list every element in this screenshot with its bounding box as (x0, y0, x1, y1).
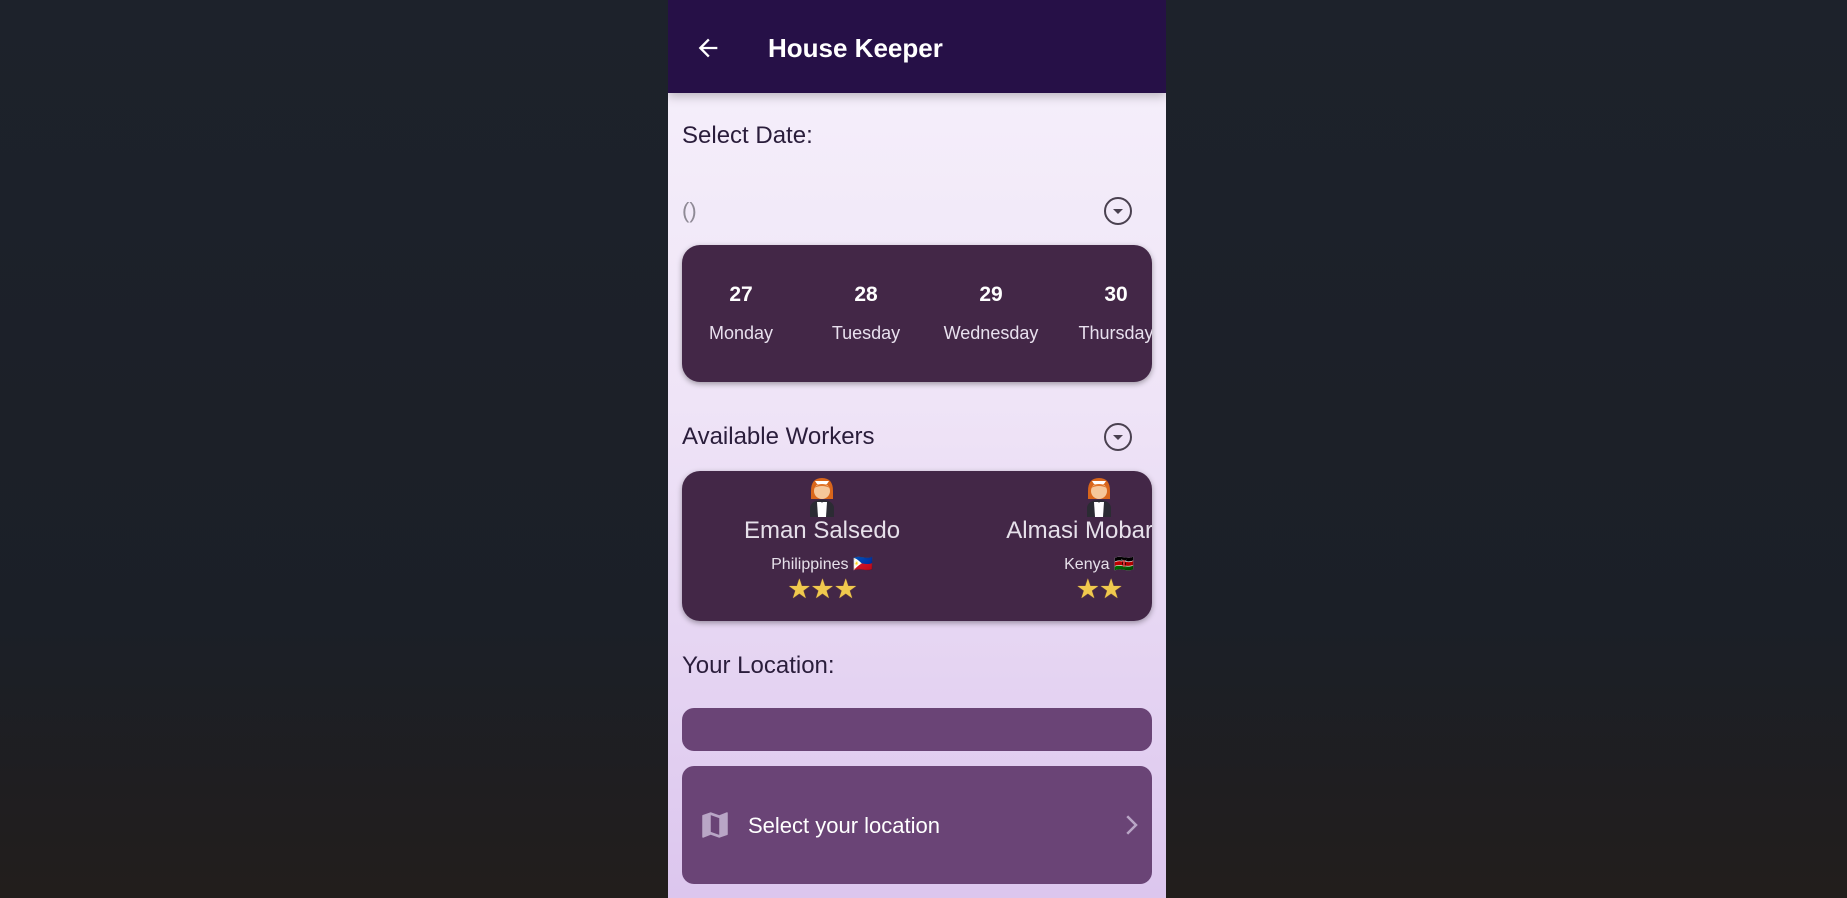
chevron-right-icon (1126, 815, 1138, 835)
circle-chevron-down-icon[interactable] (1103, 422, 1133, 452)
worker-name: Almasi Mobaraka (1006, 517, 1152, 544)
date-weekday: Thursday (1078, 323, 1152, 343)
worker-name: Eman Salsedo (743, 517, 901, 544)
location-input[interactable] (682, 708, 1152, 751)
map-icon (702, 812, 728, 838)
workers-list[interactable]: Eman Salsedo Philippines 🇵🇭 ★★★ Almasi M… (682, 471, 1152, 621)
worker-country: Kenya 🇰🇪 (1064, 556, 1134, 573)
select-location-label: Select your location (748, 813, 940, 838)
housekeeper-avatar-icon (1087, 478, 1111, 517)
date-weekday: Tuesday (831, 323, 901, 343)
select-location-button[interactable]: Select your location (682, 766, 1152, 884)
phone-screen: House Keeper Select Date: () 27 Monday 2… (668, 0, 1166, 898)
date-day-number: 27 (729, 283, 753, 306)
app-bar: House Keeper (668, 0, 1166, 93)
housekeeper-avatar-icon (810, 478, 834, 517)
date-day-number: 29 (979, 283, 1003, 306)
back-button[interactable] (690, 30, 726, 66)
date-weekday: Wednesday (943, 323, 1039, 343)
selected-date-value: () (682, 198, 697, 223)
select-date-label: Select Date: (682, 122, 813, 149)
date-day-number: 30 (1104, 283, 1128, 306)
worker-country: Philippines 🇵🇭 (771, 556, 873, 573)
available-workers-label: Available Workers (682, 423, 875, 450)
circle-chevron-down-icon[interactable] (1103, 196, 1133, 226)
arrow-left-icon (698, 38, 718, 58)
your-location-label: Your Location: (682, 652, 835, 679)
worker-rating-stars: ★★ (1075, 574, 1123, 604)
date-picker-strip[interactable]: 27 Monday 28 Tuesday 29 Wednesday 30 Thu… (682, 245, 1152, 382)
date-day-number: 28 (854, 283, 878, 306)
worker-rating-stars: ★★★ (787, 574, 858, 604)
page-title: House Keeper (768, 33, 943, 63)
date-weekday: Monday (708, 323, 774, 343)
